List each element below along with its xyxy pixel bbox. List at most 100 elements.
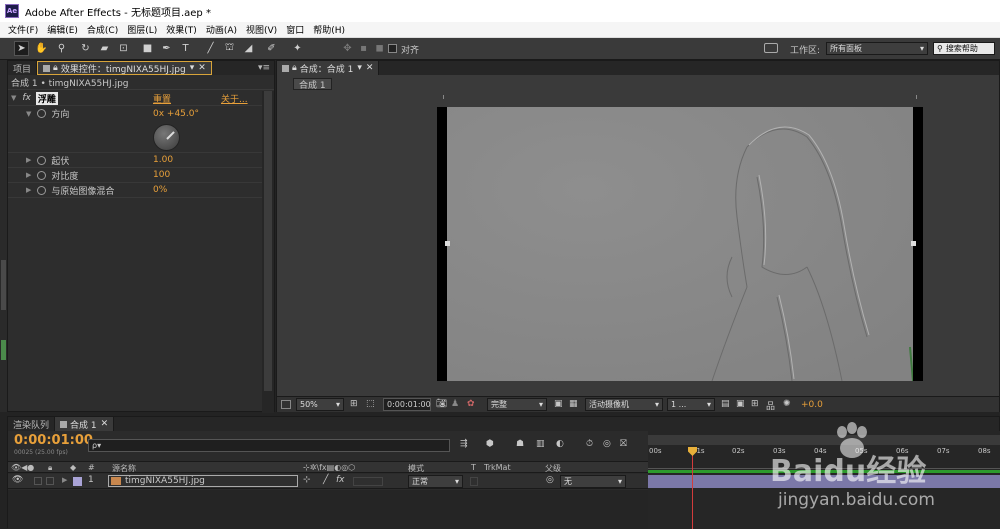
preserve-transparency-toggle[interactable] [470,477,478,486]
type-tool-icon[interactable]: T [178,41,193,56]
panel-options-icon[interactable]: ▾≡ [258,63,270,73]
menu-layer[interactable]: 图层(L) [127,23,157,36]
tab-composition[interactable]: 🔒︎ 合成：合成 1 ▾ ✕ [277,61,380,75]
solo-toggle[interactable] [46,477,54,485]
effect-name[interactable]: 浮雕 [35,91,58,105]
source-name-header[interactable]: 源名称 [112,463,136,474]
workspace-icon[interactable] [764,43,778,53]
menu-file[interactable]: 文件(F) [8,23,38,36]
work-area-bar[interactable] [648,435,1000,445]
tab-render-queue[interactable]: 渲染队列 [8,417,56,431]
about-link[interactable]: 关于... [221,92,248,105]
audio-toggle[interactable] [34,477,42,485]
expand-arrow-icon[interactable]: ▼ [26,110,31,118]
fast-previews-icon[interactable]: ▣ [736,399,745,409]
graph-editor-icon[interactable]: ⏱ [586,439,593,449]
layer-handle-left[interactable] [445,241,450,246]
motion-blur-icon[interactable]: ◐ [556,439,564,449]
scrollbar-thumb[interactable] [264,91,272,391]
puppet-pin-tool-icon[interactable]: ✦ [290,41,305,56]
region-of-interest-icon[interactable]: ▣ [554,399,563,409]
effect-switch-icon[interactable]: fx [336,475,345,485]
close-tab-icon[interactable]: ✕ [198,63,206,73]
current-time-field[interactable]: 0:00:01:00 [383,398,431,411]
transparency-grid-icon[interactable]: ▦ [569,399,578,409]
parent-select[interactable]: 无 ▾ [560,475,626,488]
comp-flowchart-icon[interactable]: 品 [766,399,775,412]
frame-blending-icon[interactable]: ▥ [536,439,545,449]
dock-handle[interactable] [1,260,6,310]
layer-name-field[interactable]: timgNIXA55HJ.jpg [108,475,298,487]
brainstorm-icon[interactable]: ◎ [603,439,611,449]
rotate-tool-icon[interactable]: ↻ [78,41,93,56]
menu-window[interactable]: 窗口 [286,23,304,36]
roto-brush-tool-icon[interactable]: ✐ [264,41,279,56]
time-graph[interactable]: 00s 01s 02s 03s 04s 05s 06s 07s 08s [648,431,1000,529]
camera-tool-icon[interactable]: ▰ [97,41,112,56]
world-axis-icon[interactable]: ▪ [356,41,371,56]
eraser-tool-icon[interactable]: ◢ [241,41,256,56]
brush-tool-icon[interactable]: ╱ [203,41,218,56]
visibility-eye-icon[interactable]: 👁︎ [12,475,23,485]
expand-layer-icon[interactable]: ▶ [62,476,67,484]
menu-view[interactable]: 视图(V) [246,23,277,36]
layer-label-color[interactable] [73,477,82,486]
expand-arrow-icon[interactable]: ▶ [26,186,31,194]
menu-help[interactable]: 帮助(H) [313,23,345,36]
expand-arrow-icon[interactable]: ▶ [26,156,31,164]
shy-switch-icon[interactable]: ⊹ [303,475,311,485]
always-preview-icon[interactable] [281,400,291,409]
effect-list-scrollbar[interactable] [262,91,274,413]
fx-icon[interactable]: fx [22,93,31,103]
timeline-icon[interactable]: ⊞ [751,399,759,409]
stopwatch-icon[interactable] [37,155,47,165]
menu-effect[interactable]: 效果(T) [166,23,197,36]
comp-mini-flowchart-icon[interactable]: ⇶ [460,439,468,449]
relief-value[interactable]: 1.00 [153,155,173,165]
selection-tool-icon[interactable]: ➤ [14,41,29,56]
tab-effect-controls[interactable]: 🔒︎ 效果控件：timgNIXA55HJ.jpg ▾ ✕ [37,61,212,75]
blend-mode-select[interactable]: 正常 ▾ [408,475,463,488]
pen-tool-icon[interactable]: ✒ [159,41,174,56]
blend-value[interactable]: 0% [153,185,167,195]
stopwatch-icon[interactable] [37,109,47,118]
channel-icon[interactable]: ✿ [467,399,475,409]
contrast-value[interactable]: 100 [153,170,170,180]
playhead-line[interactable] [692,449,693,529]
effect-header-row[interactable]: ▼ fx 浮雕 重置 关于... [8,91,273,106]
snapshot-icon[interactable]: 📷︎ [436,399,447,409]
reset-exposure-icon[interactable]: ✺ [783,399,791,409]
tab-comp-timeline[interactable]: 合成 1 ✕ [55,417,115,431]
axis-mode-icon[interactable]: ✥ [340,41,355,56]
clone-stamp-tool-icon[interactable]: ⛫ [222,41,237,56]
tab-project[interactable]: 项目 [8,61,38,75]
stopwatch-icon[interactable] [37,170,47,180]
stopwatch-icon[interactable] [37,185,47,195]
pick-whip-icon[interactable]: ◎ [546,475,554,485]
close-tab-icon[interactable]: ✕ [366,63,374,73]
close-tab-icon[interactable]: ✕ [101,419,109,429]
hand-tool-icon[interactable]: ✋ [34,41,49,56]
search-help-field[interactable]: ⚲ 搜索帮助 [933,42,995,55]
camera-select[interactable]: 活动摄像机 ▾ [585,398,663,411]
expand-arrow-icon[interactable]: ▼ [11,94,16,102]
menu-animation[interactable]: 动画(A) [206,23,237,36]
reset-link[interactable]: 重置 [153,92,171,105]
show-snapshot-icon[interactable]: ♟ [451,399,459,409]
comp-viewer-frame[interactable] [437,107,923,382]
switch-boxes[interactable] [353,477,383,486]
mask-visibility-icon[interactable]: ⬚ [366,399,375,409]
zoom-select[interactable]: 50% ▾ [296,398,344,411]
time-ruler[interactable]: 00s 01s 02s 03s 04s 05s 06s 07s 08s [648,447,1000,469]
snap-checkbox[interactable] [388,44,397,53]
views-select[interactable]: 1 ... ▾ [667,398,715,411]
zoom-tool-icon[interactable]: ⚲ [54,41,69,56]
view-axis-icon[interactable]: ◼ [372,41,387,56]
safe-zones-icon[interactable]: ⊞ [350,399,358,409]
workspace-select[interactable]: 所有面板 ▾ [826,42,928,55]
expand-arrow-icon[interactable]: ▶ [26,171,31,179]
layer-duration-bar[interactable] [648,475,1000,488]
comp-breadcrumb[interactable]: 合成 1 [293,78,332,91]
resolution-select[interactable]: 完整 ▾ [487,398,547,411]
exposure-value[interactable]: +0.0 [801,400,823,410]
